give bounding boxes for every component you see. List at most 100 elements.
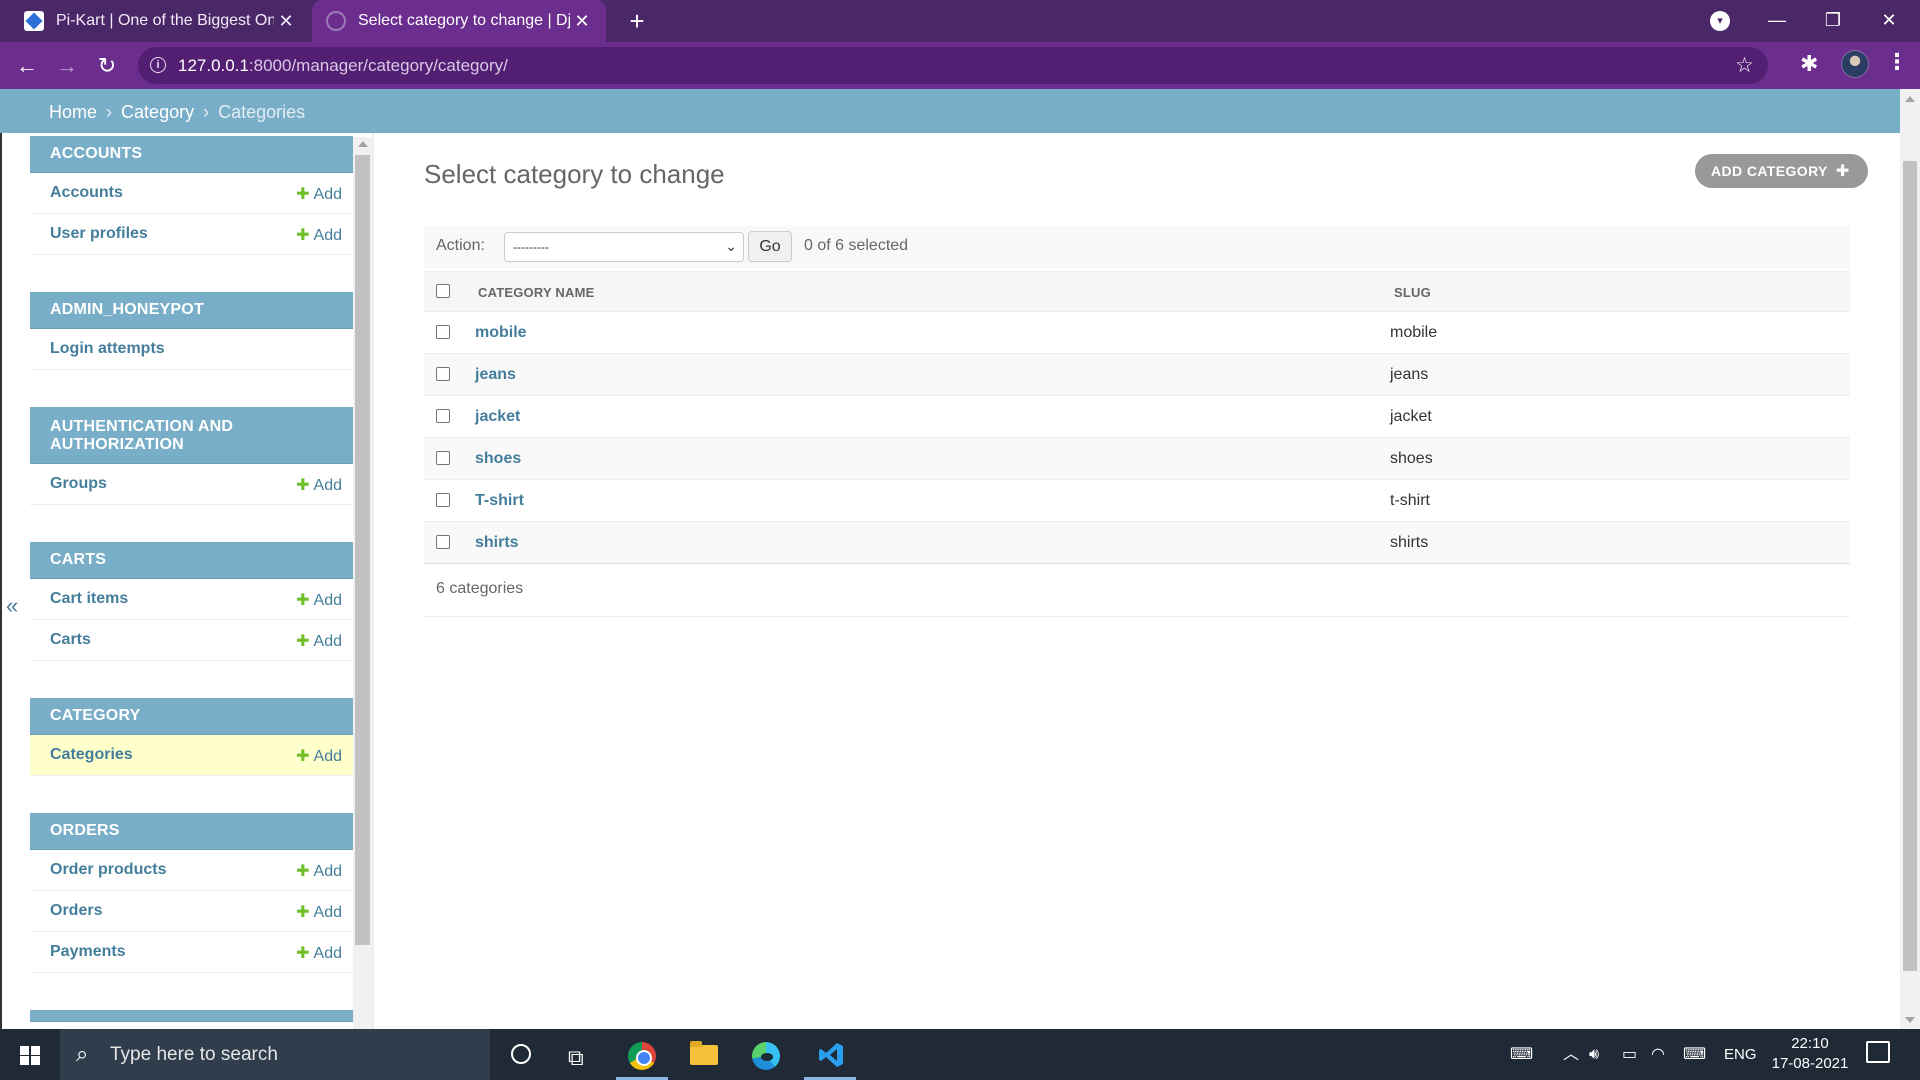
row-checkbox[interactable] [436, 451, 450, 465]
row-checkbox[interactable] [436, 493, 450, 507]
add-link[interactable]: ✚ Add [296, 943, 342, 963]
system-clock[interactable]: 22:10 17-08-2021 [1765, 1034, 1855, 1074]
start-button[interactable] [0, 1029, 60, 1080]
scroll-down-arrow-icon[interactable] [1905, 1017, 1915, 1023]
row-checkbox[interactable] [436, 535, 450, 549]
module-orders: ORDERS Order products ✚ Add Orders ✚ Add P… [30, 813, 353, 973]
bookmark-star-icon[interactable]: ☆ [1735, 53, 1754, 78]
category-name-link[interactable]: mobile [475, 324, 527, 342]
browser-tab-django-admin[interactable]: Select category to change | Django site … [312, 0, 606, 42]
battery-icon[interactable]: ▭ [1622, 1029, 1637, 1080]
extensions-puzzle-icon[interactable]: ✱ [1800, 51, 1818, 77]
cortana-button[interactable] [490, 1029, 550, 1080]
module-caption[interactable]: ORDERS [30, 813, 353, 850]
scrollbar-thumb[interactable] [1903, 161, 1917, 971]
add-link[interactable]: ✚ Add [296, 631, 342, 651]
sidebar-item-login-attempts: Login attempts [30, 329, 353, 370]
module-caption[interactable]: CATEGORY [30, 698, 353, 735]
content-left-edge [0, 133, 2, 1029]
scrollbar-thumb[interactable] [355, 155, 370, 945]
page-scrollbar[interactable] [1900, 89, 1920, 1029]
column-header-slug[interactable]: SLUG [1394, 285, 1431, 300]
column-header-category-name[interactable]: CATEGORY NAME [478, 285, 594, 300]
profile-avatar[interactable] [1841, 50, 1869, 78]
model-link[interactable]: Cart items [50, 590, 128, 608]
sidebar-collapse-toggle[interactable]: « [6, 593, 18, 619]
add-link[interactable]: ✚ Add [296, 746, 342, 766]
taskbar-chrome[interactable] [612, 1029, 672, 1080]
taskbar-vscode[interactable] [800, 1029, 860, 1080]
category-name-link[interactable]: T-shirt [475, 492, 524, 510]
model-link[interactable]: Groups [50, 475, 107, 493]
add-label: Add [313, 863, 342, 880]
model-link[interactable]: Login attempts [50, 340, 165, 358]
add-category-button[interactable]: ADD CATEGORY ✚ [1695, 154, 1868, 188]
category-name-link[interactable]: jeans [475, 366, 516, 384]
add-label: Add [313, 748, 342, 765]
module-category: CATEGORY Categories ✚ Add [30, 698, 353, 776]
go-button[interactable]: Go [748, 231, 792, 262]
category-name-link[interactable]: jacket [475, 408, 520, 426]
select-all-checkbox[interactable] [436, 284, 450, 298]
model-link[interactable]: Categories [50, 746, 133, 764]
row-checkbox[interactable] [436, 409, 450, 423]
url-text[interactable]: 127.0.0.1:8000/manager/category/category… [178, 56, 508, 76]
model-link[interactable]: Order products [50, 861, 166, 879]
module-caption[interactable]: ACCOUNTS [30, 136, 353, 173]
ime-keyboard-icon[interactable]: ⌨ [1683, 1029, 1706, 1080]
scroll-up-arrow-icon[interactable] [358, 141, 368, 147]
forward-arrow-icon[interactable]: → [51, 50, 83, 82]
tab-search-icon[interactable]: ▾ [1710, 11, 1730, 31]
sidebar-scrollbar[interactable] [353, 137, 372, 1029]
taskbar-edge[interactable] [736, 1029, 796, 1080]
add-link[interactable]: ✚ Add [296, 861, 342, 881]
close-icon[interactable]: ✕ [570, 11, 594, 32]
globe-icon [326, 11, 346, 31]
category-name-link[interactable]: shirts [475, 534, 519, 552]
module-caption[interactable]: ADMIN_HONEYPOT [30, 292, 353, 329]
add-label: Add [313, 633, 342, 650]
add-link[interactable]: ✚ Add [296, 590, 342, 610]
action-select[interactable]: --------- ⌄ [504, 232, 744, 262]
minimize-button[interactable]: — [1749, 0, 1805, 42]
language-indicator[interactable]: ENG [1724, 1029, 1757, 1080]
reload-icon[interactable]: ↻ [91, 50, 123, 82]
add-link[interactable]: ✚ Add [296, 225, 342, 245]
address-bar[interactable]: i 127.0.0.1:8000/manager/category/catego… [138, 47, 1768, 84]
volume-icon[interactable]: 🔊︎ [1589, 1029, 1599, 1080]
show-hidden-icons-chevron-icon[interactable]: ︿ [1563, 1029, 1579, 1080]
taskbar-search-box[interactable]: ⌕ Type here to search [60, 1029, 490, 1080]
model-link[interactable]: Orders [50, 902, 102, 920]
back-arrow-icon[interactable]: ← [11, 50, 43, 82]
wifi-icon[interactable]: ◠ [1651, 1029, 1665, 1080]
notification-center-icon[interactable] [1866, 1041, 1890, 1063]
module-caption[interactable]: CARTS [30, 542, 353, 579]
browser-tab-pikart[interactable]: Pi-Kart | One of the Biggest Online Stor… [10, 0, 310, 42]
task-view-button[interactable]: ⧉ [550, 1029, 610, 1080]
scroll-up-arrow-icon[interactable] [1905, 96, 1915, 102]
model-link[interactable]: User profiles [50, 225, 148, 243]
slug-cell: mobile [1390, 324, 1438, 341]
taskbar-file-explorer[interactable] [674, 1029, 734, 1080]
folder-icon [690, 1041, 718, 1065]
breadcrumb-home[interactable]: Home [49, 102, 97, 122]
touch-keyboard-icon[interactable]: ⌨ [1510, 1029, 1533, 1080]
model-link[interactable]: Payments [50, 943, 126, 961]
breadcrumb-category[interactable]: Category [121, 102, 194, 122]
row-checkbox[interactable] [436, 325, 450, 339]
restore-button[interactable]: ❐ [1805, 0, 1861, 42]
add-link[interactable]: ✚ Add [296, 475, 342, 495]
new-tab-button[interactable]: + [622, 6, 652, 36]
browser-menu-icon[interactable]: ⋮ [1886, 49, 1908, 75]
clock-date: 17-08-2021 [1771, 1055, 1849, 1072]
model-link[interactable]: Carts [50, 631, 91, 649]
add-link[interactable]: ✚ Add [296, 184, 342, 204]
model-link[interactable]: Accounts [50, 184, 123, 202]
close-window-button[interactable]: ✕ [1861, 0, 1917, 42]
category-name-link[interactable]: shoes [475, 450, 521, 468]
add-link[interactable]: ✚ Add [296, 902, 342, 922]
row-checkbox[interactable] [436, 367, 450, 381]
info-icon[interactable]: i [150, 57, 166, 73]
module-caption[interactable]: AUTHENTICATION AND AUTHORIZATION [30, 407, 353, 464]
close-icon[interactable]: ✕ [274, 11, 298, 32]
